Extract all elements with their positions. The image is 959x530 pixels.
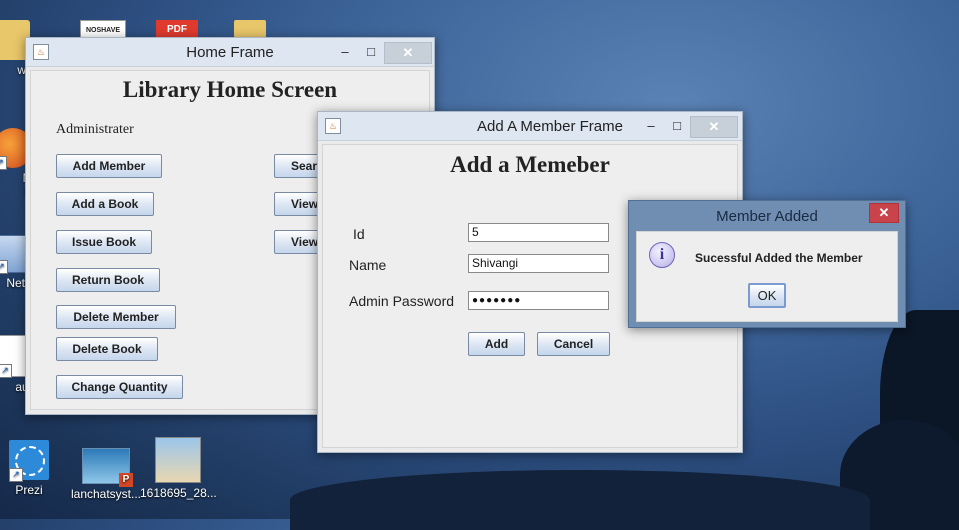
- desktop-icon-label: lanchatsyst...: [70, 487, 142, 501]
- desktop-icon-lanchat[interactable]: P lanchatsyst...: [68, 448, 144, 501]
- member-added-dialog[interactable]: Member Added ✕ i Sucessful Added the Mem…: [628, 200, 906, 328]
- maximize-button[interactable]: □: [362, 42, 380, 62]
- desktop-icon-image[interactable]: 1618695_28...: [140, 437, 217, 500]
- dialog-content: i Sucessful Added the Member OK: [636, 231, 898, 322]
- home-frame-titlebar[interactable]: ♨ Home Frame – □ ✕: [26, 38, 434, 67]
- admin-password-label: Admin Password: [349, 293, 455, 309]
- issue-book-button[interactable]: Issue Book: [56, 230, 152, 254]
- desktop-icon-prezi[interactable]: ↗ Prezi: [0, 440, 64, 497]
- name-field[interactable]: Shivangi: [468, 254, 609, 273]
- folder-thumbnail[interactable]: [234, 20, 266, 38]
- desktop-icon-label: Prezi: [15, 483, 43, 497]
- minimize-button[interactable]: –: [642, 116, 660, 136]
- page-title: Library Home Screen: [122, 77, 338, 102]
- add-member-titlebar[interactable]: ♨ Add A Member Frame – □ ✕: [318, 112, 742, 141]
- shortcut-arrow-icon: ↗: [0, 364, 12, 378]
- image-thumbnail-icon: [155, 437, 201, 483]
- role-label: Administrater: [56, 122, 134, 137]
- cancel-button[interactable]: Cancel: [537, 332, 610, 356]
- delete-book-button[interactable]: Delete Book: [56, 337, 158, 361]
- id-field[interactable]: 5: [468, 223, 609, 242]
- minimize-button[interactable]: –: [336, 42, 354, 62]
- powerpoint-file-icon: P: [82, 448, 133, 487]
- desktop-icon-label: 1618695_28...: [140, 486, 217, 500]
- shortcut-arrow-icon: ↗: [0, 156, 7, 170]
- admin-password-field[interactable]: ●●●●●●●: [468, 291, 609, 310]
- java-icon: ♨: [325, 118, 341, 134]
- ok-button[interactable]: OK: [748, 283, 786, 308]
- shortcut-arrow-icon: ↗: [0, 260, 8, 274]
- change-quantity-button[interactable]: Change Quantity: [56, 375, 183, 399]
- hill-silhouette: [290, 470, 870, 530]
- delete-member-button[interactable]: Delete Member: [56, 305, 176, 329]
- id-label: Id: [353, 226, 365, 242]
- close-button[interactable]: ✕: [869, 203, 899, 223]
- page-title: Add a Memeber: [450, 152, 610, 177]
- info-icon: i: [649, 242, 675, 268]
- return-book-button[interactable]: Return Book: [56, 268, 160, 292]
- dialog-titlebar[interactable]: Member Added ✕: [629, 201, 905, 229]
- close-button[interactable]: ✕: [690, 116, 738, 138]
- dialog-message: Sucessful Added the Member: [695, 251, 863, 265]
- name-label: Name: [349, 257, 387, 273]
- prezi-icon: ↗: [9, 440, 49, 482]
- add-button[interactable]: Add: [468, 332, 525, 356]
- dialog-title: Member Added: [716, 208, 818, 225]
- add-member-button[interactable]: Add Member: [56, 154, 162, 178]
- maximize-button[interactable]: □: [668, 116, 686, 136]
- close-button[interactable]: ✕: [384, 42, 432, 64]
- shortcut-arrow-icon: ↗: [9, 468, 23, 482]
- add-book-button[interactable]: Add a Book: [56, 192, 154, 216]
